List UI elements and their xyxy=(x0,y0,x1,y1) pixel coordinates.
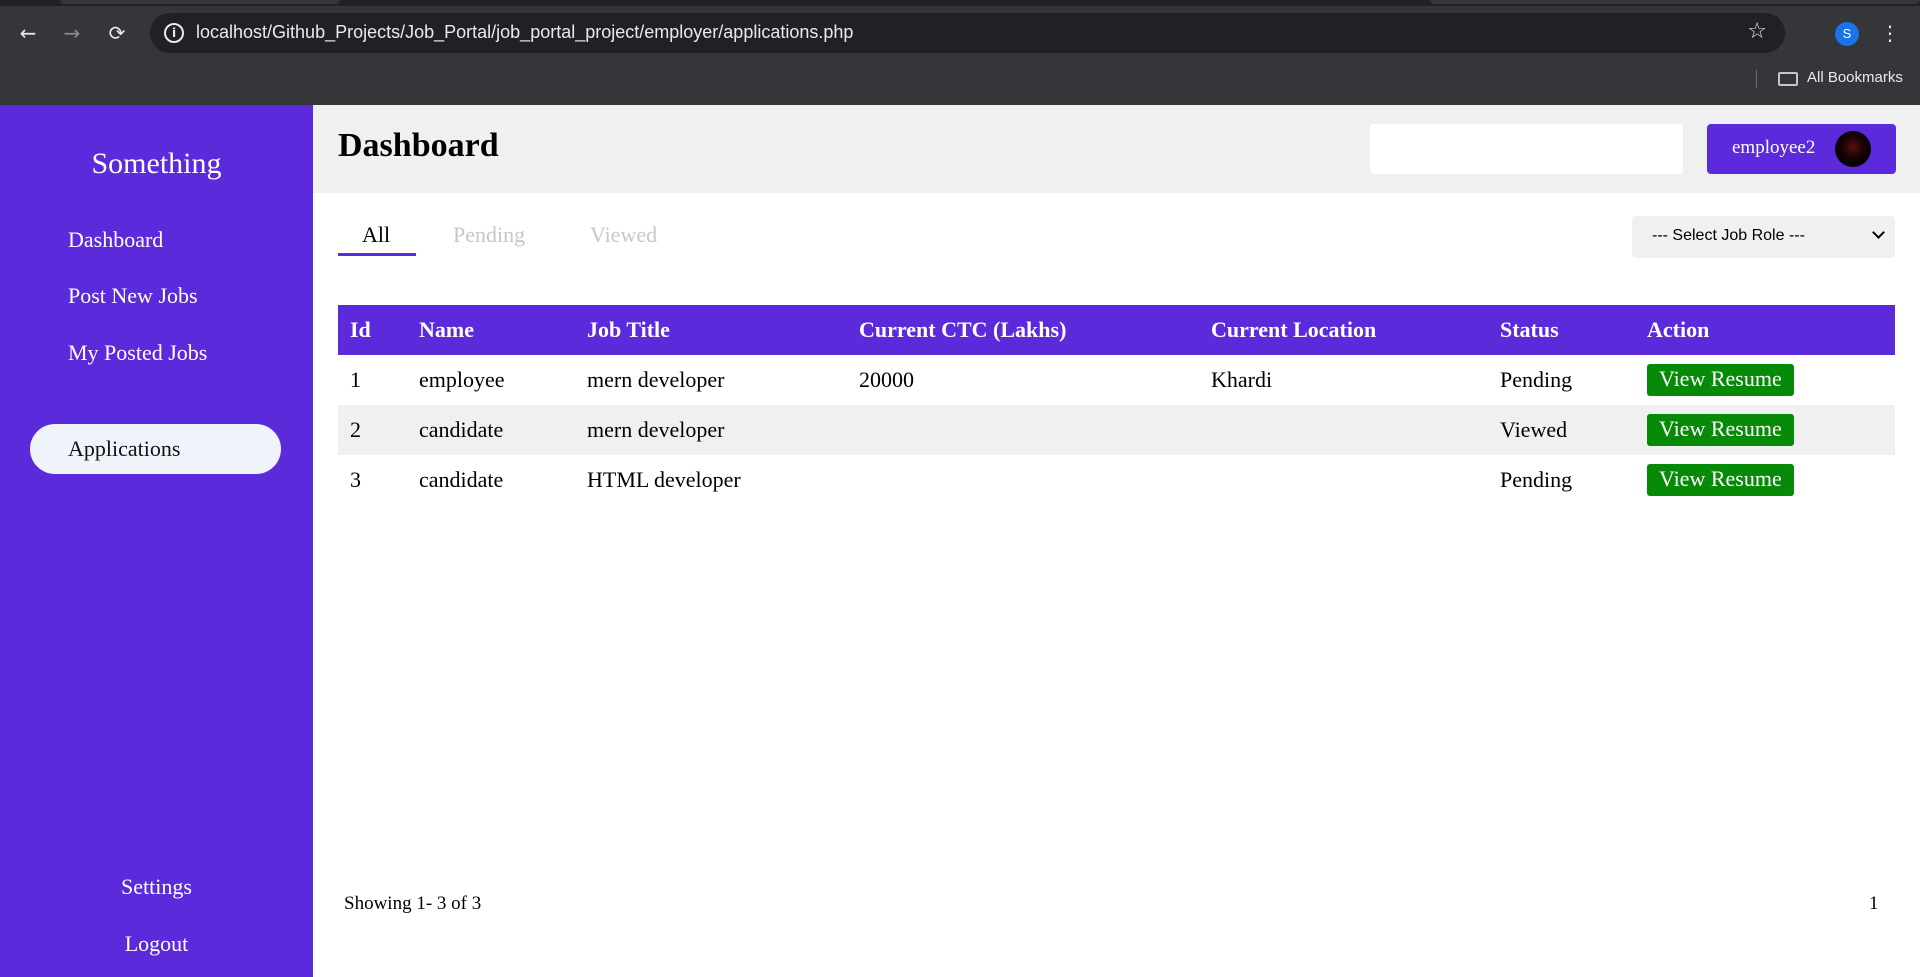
url-text[interactable]: localhost/Github_Projects/Job_Portal/job… xyxy=(196,22,853,43)
tab-all[interactable]: All xyxy=(362,222,390,248)
cell-id: 2 xyxy=(338,405,407,455)
header-bar: Dashboard employee2 xyxy=(313,105,1920,193)
reload-icon[interactable]: ⟳ xyxy=(103,19,131,47)
chevron-down-icon xyxy=(1872,226,1885,239)
view-resume-button[interactable]: View Resume xyxy=(1647,414,1794,446)
settings-link[interactable]: Settings xyxy=(0,874,313,900)
tab-viewed[interactable]: Viewed xyxy=(590,222,657,248)
cell-name: candidate xyxy=(407,405,575,455)
cell-ctc xyxy=(847,455,1199,505)
job-role-select[interactable]: --- Select Job Role --- xyxy=(1632,216,1895,258)
column-header-id: Id xyxy=(338,305,407,355)
cell-name: candidate xyxy=(419,467,504,492)
brand-logo-text: Something xyxy=(91,147,222,180)
profile-avatar-icon[interactable]: S xyxy=(1835,22,1859,46)
page-title: Dashboard xyxy=(338,127,499,164)
cell-id: 3 xyxy=(350,467,361,492)
forward-icon[interactable]: → xyxy=(58,19,86,47)
cell-ctc xyxy=(847,405,1199,455)
sidebar-item-dashboard[interactable]: Dashboard xyxy=(30,215,281,265)
cell-job-title: mern developer xyxy=(575,405,847,455)
cell-status: Viewed xyxy=(1488,405,1635,455)
cell-job-title: HTML developer xyxy=(587,467,741,492)
view-resume-button[interactable]: View Resume xyxy=(1647,464,1794,496)
browser-tab-strip-end xyxy=(1430,0,1920,4)
all-bookmarks-link[interactable]: All Bookmarks xyxy=(1807,69,1903,86)
browser-chrome: ← → ⟳ i localhost/Github_Projects/Job_Po… xyxy=(0,0,1920,105)
table-row: 3 candidate HTML developer Pending View … xyxy=(338,455,1895,505)
cell-status: Pending xyxy=(1500,467,1573,492)
back-icon[interactable]: ← xyxy=(14,19,42,47)
job-role-select-value: --- Select Job Role --- xyxy=(1652,227,1805,244)
column-header-job-title: Job Title xyxy=(575,305,847,355)
user-name: employee2 xyxy=(1732,137,1816,158)
cell-action: View Resume xyxy=(1635,455,1895,505)
avatar xyxy=(1835,131,1871,167)
sidebar: Something Dashboard Post New Jobs My Pos… xyxy=(0,105,313,977)
cell-id: 1 xyxy=(350,367,361,392)
view-resume-button[interactable]: View Resume xyxy=(1647,364,1794,396)
bookmarks-divider xyxy=(1756,70,1757,88)
pagination-summary: Showing 1- 3 of 3 xyxy=(344,893,482,914)
table-row: 2 candidate mern developer Viewed View R… xyxy=(338,405,1895,455)
column-header-name: Name xyxy=(407,305,575,355)
logout-link[interactable]: Logout xyxy=(0,931,313,957)
cell-location xyxy=(1199,455,1488,505)
tab-pending[interactable]: Pending xyxy=(453,222,525,248)
sidebar-item-applications[interactable]: Applications xyxy=(30,424,281,474)
address-bar[interactable]: i localhost/Github_Projects/Job_Portal/j… xyxy=(150,13,1785,53)
cell-ctc: 20000 xyxy=(859,367,914,392)
column-header-location: Current Location xyxy=(1199,305,1488,355)
cell-job-title: mern developer xyxy=(587,367,725,392)
column-header-status: Status xyxy=(1488,305,1635,355)
table-header-row: Id Name Job Title Current CTC (Lakhs) Cu… xyxy=(338,305,1895,355)
cell-location: Khardi xyxy=(1211,367,1273,392)
site-info-icon[interactable]: i xyxy=(164,23,184,43)
cell-action: View Resume xyxy=(1635,355,1895,405)
pagination-page-1[interactable]: 1 xyxy=(1869,893,1879,915)
applications-table: Id Name Job Title Current CTC (Lakhs) Cu… xyxy=(338,305,1895,505)
sidebar-item-post-new-jobs[interactable]: Post New Jobs xyxy=(30,271,281,321)
sidebar-item-my-posted-jobs[interactable]: My Posted Jobs xyxy=(30,328,281,378)
kebab-menu-icon[interactable]: ⋮ xyxy=(1880,19,1900,47)
user-menu-button[interactable]: employee2 xyxy=(1707,124,1896,174)
column-header-action: Action xyxy=(1635,305,1895,355)
folder-icon[interactable] xyxy=(1778,72,1798,86)
search-input[interactable] xyxy=(1370,124,1683,174)
cell-name: employee xyxy=(419,367,505,392)
browser-tab[interactable] xyxy=(60,0,340,4)
table-row: 1 employee mern developer 20000 Khardi P… xyxy=(338,355,1895,405)
cell-location xyxy=(1199,405,1488,455)
column-header-ctc: Current CTC (Lakhs) xyxy=(847,305,1199,355)
cell-status: Pending xyxy=(1500,367,1573,392)
bookmark-star-icon[interactable]: ☆ xyxy=(1747,19,1767,44)
active-tab-indicator xyxy=(338,253,416,256)
cell-action: View Resume xyxy=(1635,405,1895,455)
